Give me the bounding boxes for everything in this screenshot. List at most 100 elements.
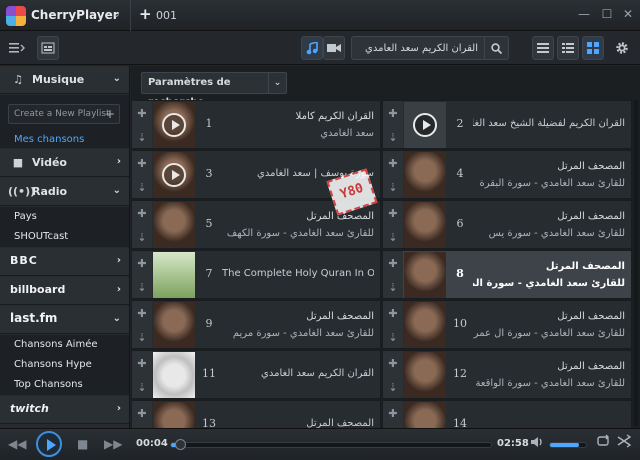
add-to-playlist-icon[interactable]: ✚ [388,257,397,270]
download-icon[interactable]: ⇣ [137,181,146,194]
track-tile[interactable]: ✚ ⇣ 8 المصحف المرتل للقارئ سعد الغامدي - سور… [382,250,632,299]
track-thumbnail[interactable] [153,352,195,398]
sidebar-item-radio[interactable]: ((•)) Radio ⌄ [0,178,129,206]
download-icon[interactable]: ⇣ [137,231,146,244]
add-tab-button[interactable]: + [139,5,152,23]
music-note-icon[interactable] [301,36,323,60]
next-icon[interactable]: ▶▶ [104,437,122,451]
sidebar-item-chansons-hype[interactable]: Chansons Hype [0,355,129,375]
track-tile[interactable]: ✚⇣2القرآن الكريم لفضيلة الشيخ سعد الغامد… [382,100,632,149]
add-to-playlist-icon[interactable]: ✚ [137,257,146,270]
download-icon[interactable]: ⇣ [137,381,146,394]
sidebar-item-twitch[interactable]: twitch › [0,396,129,424]
track-tile[interactable]: ✚ ⇣ 9 المصحف المرتل للقارئ سعد الغامدي - سور… [131,300,381,349]
track-thumbnail[interactable] [404,102,446,148]
add-to-playlist-icon[interactable]: ✚ [137,207,146,220]
create-playlist-input[interactable]: Create a New Playlist + [8,104,120,124]
download-icon[interactable]: ⇣ [388,381,397,394]
track-tile[interactable]: ✚⇣7The Complete Holy Quran In One Video [131,250,381,299]
track-tile[interactable]: ✚⇣ 14 [382,400,632,428]
tab-001[interactable]: 001 [156,9,177,22]
sidebar-item-top-chansons[interactable]: Top Chansons [0,375,129,395]
sidebar-item-bbc[interactable]: BBC › [0,248,129,276]
seek-bar-handle[interactable] [175,439,187,450]
previous-icon[interactable]: ◀◀ [8,437,26,451]
sidebar-item-shoutcast[interactable]: SHOUTcast [0,227,129,247]
sidebar-item-chansons-aimee[interactable]: Chansons Aimée [0,335,129,355]
add-to-playlist-icon[interactable]: ✚ [137,407,146,420]
track-thumbnail[interactable] [404,302,446,348]
shuffle-icon[interactable] [617,434,632,451]
track-thumbnail[interactable] [404,152,446,198]
track-thumbnail[interactable] [153,252,195,298]
track-thumbnail[interactable] [153,402,195,428]
play-overlay-icon[interactable] [162,113,186,137]
add-to-playlist-icon[interactable]: ✚ [137,307,146,320]
search-input[interactable] [354,39,482,57]
track-thumbnail[interactable] [153,202,195,248]
track-thumbnail[interactable] [153,102,195,148]
speaker-icon[interactable] [530,435,544,452]
download-icon[interactable]: ⇣ [137,281,146,294]
track-tile[interactable]: ✚ ⇣ 6 المصحف المرتل للقارئ سعد الغامدي - سور… [382,200,632,249]
plus-icon[interactable]: + [105,105,115,123]
repeat-icon[interactable] [596,434,610,451]
grid-view-icon[interactable] [582,36,604,60]
menu-icon[interactable] [6,36,28,60]
add-to-playlist-icon[interactable]: ✚ [137,357,146,370]
track-thumbnail[interactable] [153,152,195,198]
download-icon[interactable]: ⇣ [388,231,397,244]
detail-list-view-icon[interactable] [557,36,579,60]
track-number: 4 [456,167,464,180]
track-thumbnail[interactable] [153,302,195,348]
gear-icon[interactable] [612,36,632,60]
track-thumbnail[interactable] [404,202,446,248]
video-camera-icon[interactable] [323,36,345,60]
add-to-playlist-icon[interactable]: ✚ [388,407,397,420]
play-overlay-icon[interactable] [162,163,186,187]
sidebar-item-mes-chansons[interactable]: Mes chansons [14,134,84,145]
sidebar-item-video[interactable]: ■ Vidéo › [0,149,129,177]
add-to-playlist-icon[interactable]: ✚ [137,157,146,170]
layout-toggle-icon[interactable] [37,36,59,60]
track-thumbnail[interactable] [404,402,446,428]
add-to-playlist-icon[interactable]: ✚ [388,207,397,220]
download-icon[interactable]: ⇣ [388,131,397,144]
add-to-playlist-icon[interactable]: ✚ [388,307,397,320]
track-thumbnail[interactable] [404,252,446,298]
play-overlay-icon[interactable] [413,113,437,137]
download-icon[interactable]: ⇣ [388,331,397,344]
maximize-icon[interactable]: ☐ [599,6,615,22]
seek-bar[interactable] [170,439,492,450]
download-icon[interactable]: ⇣ [388,281,397,294]
track-tile[interactable]: ✚⇣ 13 المصحف المرتل [131,400,381,428]
track-tile[interactable]: ✚ ⇣ 4 المصحف المرتل للقارئ سعد الغامدي - سور… [382,150,632,199]
sidebar-item-musique[interactable]: ♫ Musique ⌄ [0,66,129,94]
billboard-logo: billboard [10,283,66,296]
download-icon[interactable]: ⇣ [137,331,146,344]
volume-slider[interactable] [549,442,587,448]
search-parameters-dropdown[interactable]: Paramètres de recherche ⌄ [141,72,287,108]
track-tile[interactable]: ✚ ⇣ 12 المصحف المرتل للقارئ سعد الغامدي - سو… [382,350,632,399]
minimize-icon[interactable]: — [576,6,592,22]
add-to-playlist-icon[interactable]: ✚ [388,357,397,370]
track-tile[interactable]: ✚ ⇣ 11 القرآن الكريم سعد الغامدي [131,350,381,399]
track-tile[interactable]: ✚ ⇣ 1 القرآن الكريم كاملا سعد الغامدي [131,100,381,149]
track-thumbnail[interactable] [404,352,446,398]
download-icon[interactable]: ⇣ [137,131,146,144]
search-icon[interactable] [484,37,508,59]
add-to-playlist-icon[interactable]: ✚ [137,107,146,120]
sidebar-item-lastfm[interactable]: last.fm ⌄ [0,306,129,334]
close-icon[interactable]: ✕ [620,6,636,22]
stop-icon[interactable]: ■ [77,437,88,451]
track-tile[interactable]: ✚ ⇣ 10 المصحف المرتل للقارئ سعد الغامدي - سو… [382,300,632,349]
play-button[interactable] [36,431,62,457]
add-to-playlist-icon[interactable]: ✚ [388,157,397,170]
chevron-down-icon[interactable]: ⌄ [112,7,121,20]
vertical-scrollbar[interactable] [634,100,638,426]
download-icon[interactable]: ⇣ [388,181,397,194]
sidebar-item-pays[interactable]: Pays [0,207,129,227]
list-view-icon[interactable] [532,36,554,60]
sidebar-item-billboard[interactable]: billboard › [0,277,129,305]
add-to-playlist-icon[interactable]: ✚ [388,107,397,120]
